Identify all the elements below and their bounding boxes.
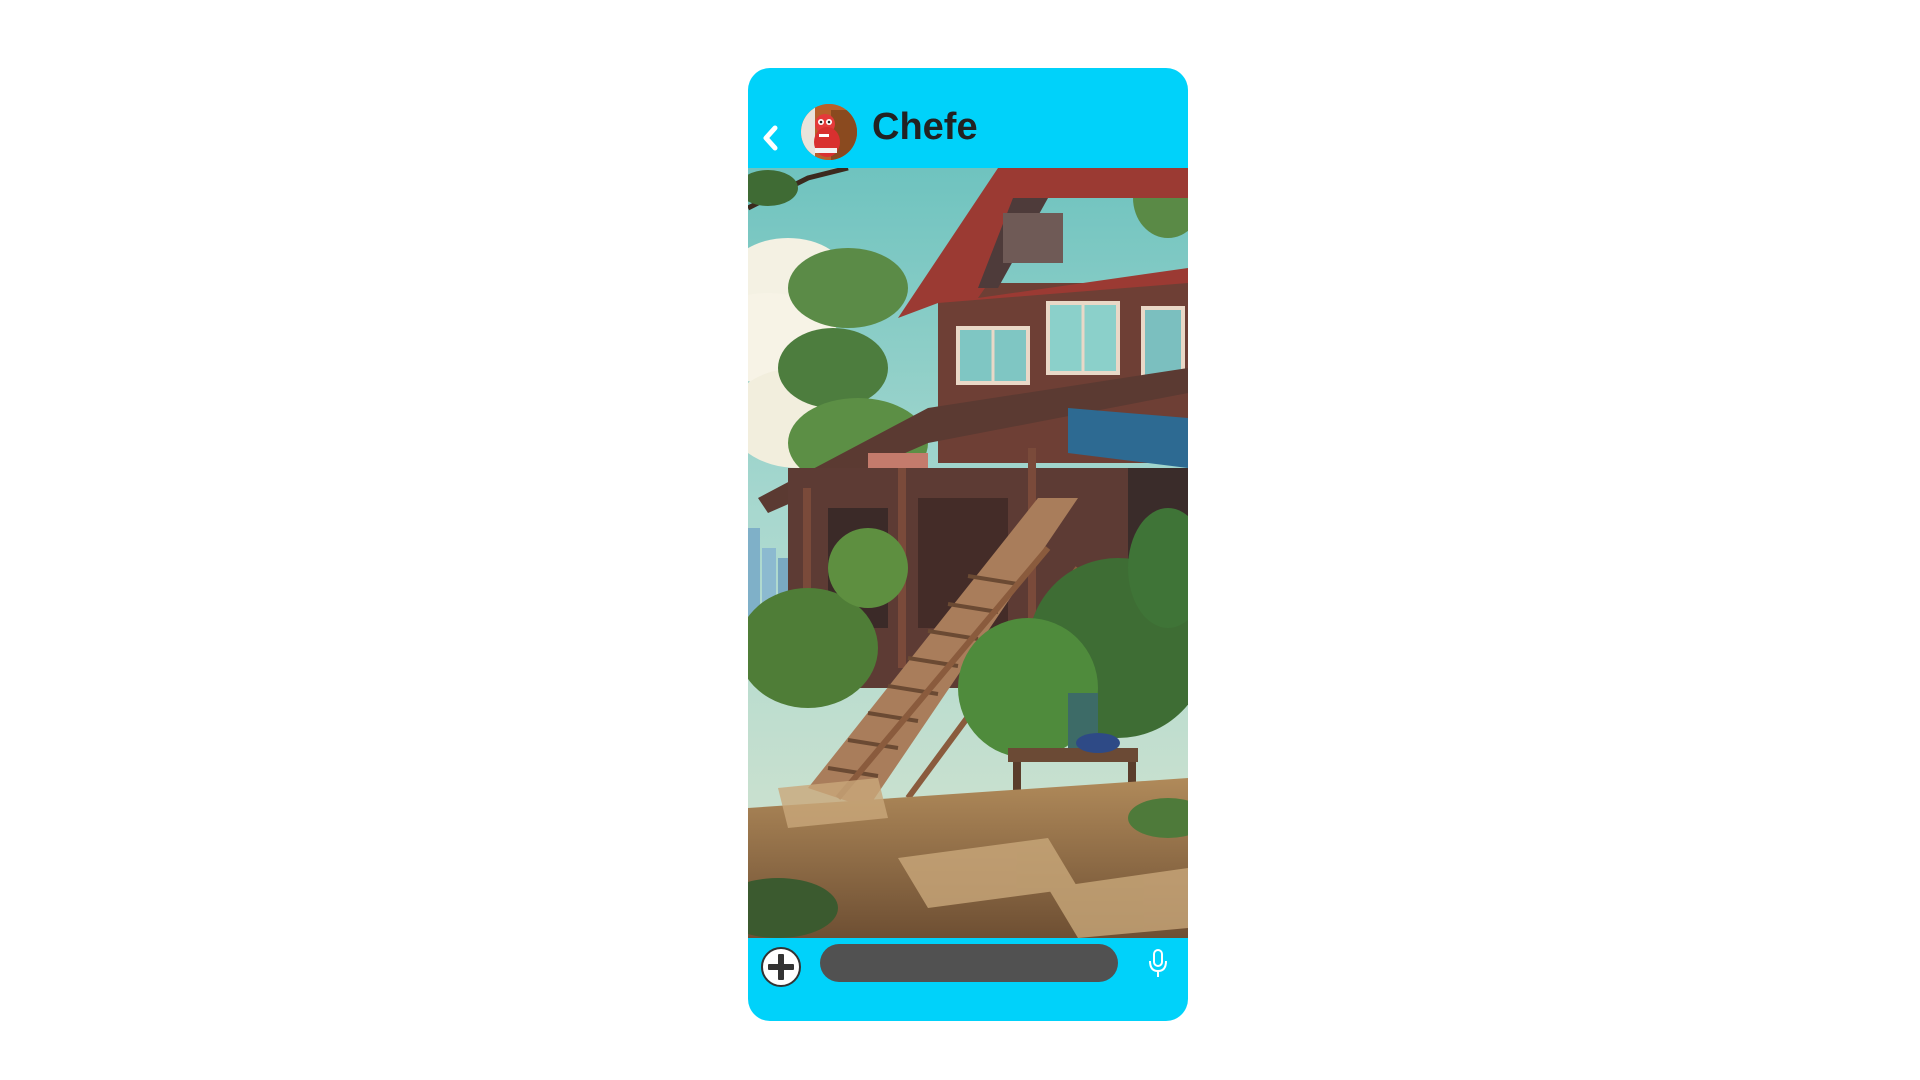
avatar[interactable] <box>801 104 857 160</box>
chat-header: Chefe <box>748 68 1188 168</box>
microphone-icon <box>1149 949 1167 977</box>
back-button[interactable] <box>756 120 784 156</box>
house-illustration <box>748 168 1188 938</box>
message-input[interactable] <box>820 944 1118 982</box>
chevron-left-icon <box>763 125 778 151</box>
add-attachment-button[interactable] <box>761 947 801 987</box>
message-image[interactable] <box>748 168 1188 938</box>
composer-bar <box>748 938 1188 1021</box>
plus-circle-icon <box>761 947 801 987</box>
contact-name: Chefe <box>872 106 978 148</box>
avatar-image <box>801 104 857 160</box>
microphone-button[interactable] <box>1146 948 1170 980</box>
chat-window: Chefe <box>748 68 1188 1021</box>
